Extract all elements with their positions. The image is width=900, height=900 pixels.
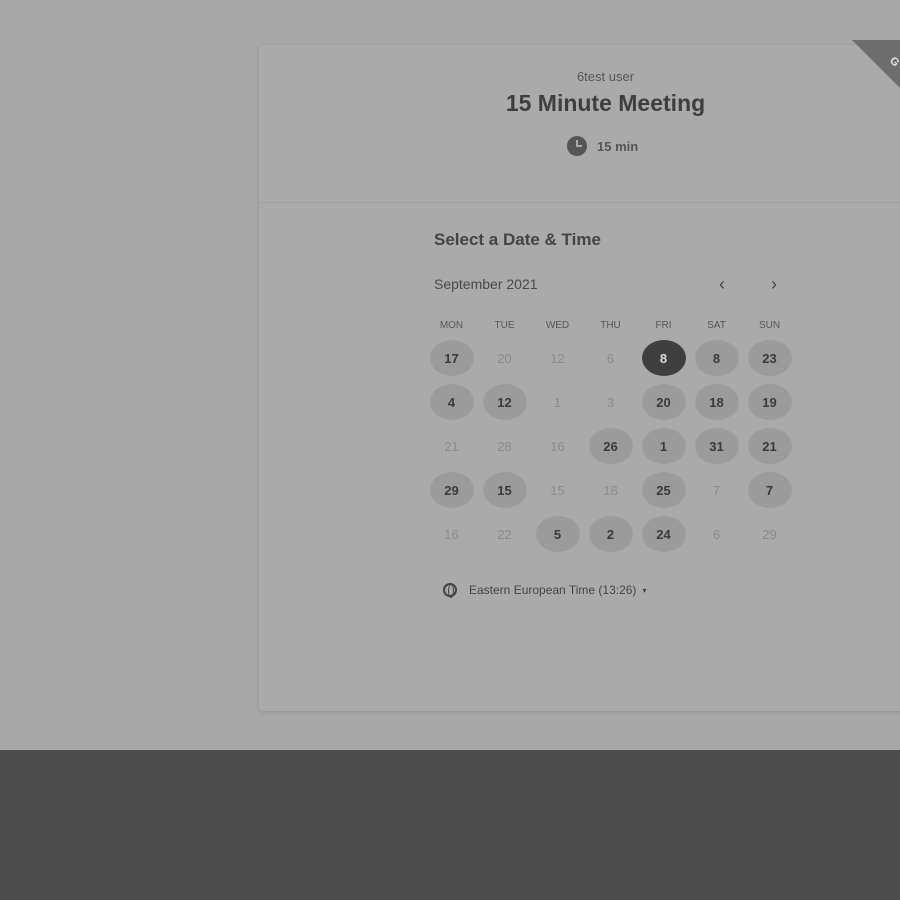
weekday-header: MON TUE WED THU FRI SAT SUN xyxy=(425,320,796,331)
available-day-button[interactable]: 23 xyxy=(747,340,792,376)
section-heading: Select a Date & Time xyxy=(434,230,601,249)
chevron-right-icon: › xyxy=(771,274,777,294)
calendar-cell: 21 xyxy=(743,424,796,468)
weekday-label: SAT xyxy=(707,320,726,331)
unavailable-day: 15 xyxy=(550,482,565,498)
event-owner: 6test user xyxy=(576,69,635,84)
scheduling-card: 6test user 15 Minute Meeting 15 min Sele… xyxy=(259,45,900,711)
unavailable-day: 21 xyxy=(444,438,459,454)
caret-down-icon: ▾ xyxy=(642,585,647,595)
selected-day-button[interactable]: 8 xyxy=(641,340,686,376)
available-day-button[interactable]: 18 xyxy=(694,384,739,420)
timezone-selector[interactable]: Eastern European Time (13:26) ▾ xyxy=(443,583,647,598)
calendar-cell: 21 xyxy=(425,424,478,468)
calendar-grid: 17 20 12 6 8 8 23 4 12 1 3 20 18 19 21 28 16 26 1 31 21 29 15 1… xyxy=(425,336,796,556)
calendar-cell: 15 xyxy=(478,468,531,512)
calendar-cell: 18 xyxy=(584,468,637,512)
duration-label: 15 min xyxy=(597,138,639,154)
calendar-cell: 19 xyxy=(743,380,796,424)
globe-icon xyxy=(443,583,457,598)
calendar-cell: 20 xyxy=(478,336,531,380)
event-header: 6test user 15 Minute Meeting 15 min xyxy=(259,45,900,203)
unavailable-day: 3 xyxy=(606,394,615,410)
next-month-button[interactable]: › xyxy=(764,274,784,294)
calendar-cell: 8 xyxy=(690,336,743,380)
calendar-cell: 3 xyxy=(584,380,637,424)
calendar-cell: 12 xyxy=(531,336,584,380)
calendar-cell: 2 xyxy=(584,512,637,556)
available-day-button[interactable]: 24 xyxy=(641,516,686,552)
available-day-button[interactable]: 7 xyxy=(747,472,792,508)
available-day-button[interactable]: 17 xyxy=(429,340,474,376)
available-day-button[interactable]: 4 xyxy=(429,384,474,420)
calendar-cell: 23 xyxy=(743,336,796,380)
unavailable-day: 16 xyxy=(444,526,459,542)
calendar-cell: 4 xyxy=(425,380,478,424)
available-day-button[interactable]: 15 xyxy=(482,472,527,508)
unavailable-day: 7 xyxy=(712,482,721,498)
available-day-button[interactable]: 5 xyxy=(535,516,580,552)
clock-icon xyxy=(567,136,587,156)
available-day-button[interactable]: 2 xyxy=(588,516,633,552)
event-title: 15 Minute Meeting xyxy=(505,90,706,116)
calendar-cell: 22 xyxy=(478,512,531,556)
bottom-bar xyxy=(0,750,900,900)
available-day-button[interactable]: 31 xyxy=(694,428,739,464)
calendar-cell: 6 xyxy=(690,512,743,556)
available-day-button[interactable]: 1 xyxy=(641,428,686,464)
unavailable-day: 22 xyxy=(497,526,512,542)
unavailable-day: 6 xyxy=(606,350,615,366)
calendar-cell: 7 xyxy=(690,468,743,512)
calendar-cell: 6 xyxy=(584,336,637,380)
unavailable-day: 28 xyxy=(497,438,512,454)
calendar-cell: 29 xyxy=(425,468,478,512)
calendar-cell: 1 xyxy=(637,424,690,468)
unavailable-day: 1 xyxy=(553,394,562,410)
event-duration: 15 min xyxy=(567,136,638,156)
calendar-cell: 24 xyxy=(637,512,690,556)
unavailable-day: 16 xyxy=(550,438,565,454)
weekday-label: MON xyxy=(439,320,464,331)
calendar-cell: 17 xyxy=(425,336,478,380)
calendar-cell: 29 xyxy=(743,512,796,556)
calendar-cell: 8 xyxy=(637,336,690,380)
available-day-button[interactable]: 20 xyxy=(641,384,686,420)
calendar-cell: 26 xyxy=(584,424,637,468)
calendar-cell: 7 xyxy=(743,468,796,512)
calendar-cell: 16 xyxy=(425,512,478,556)
available-day-button[interactable]: 21 xyxy=(747,428,792,464)
calendar-cell: 5 xyxy=(531,512,584,556)
calendar-cell: 12 xyxy=(478,380,531,424)
month-label: September 2021 xyxy=(434,276,538,292)
available-day-button[interactable]: 25 xyxy=(641,472,686,508)
unavailable-day: 29 xyxy=(762,526,777,542)
corner-ribbon: G xyxy=(852,40,900,110)
calendar-cell: 31 xyxy=(690,424,743,468)
calendar-cell: 15 xyxy=(531,468,584,512)
available-day-button[interactable]: 19 xyxy=(747,384,792,420)
chevron-left-icon: ‹ xyxy=(719,274,725,294)
weekday-label: TUE xyxy=(494,320,515,331)
calendar-cell: 28 xyxy=(478,424,531,468)
unavailable-day: 12 xyxy=(550,350,565,366)
calendar-cell: 25 xyxy=(637,468,690,512)
available-day-button[interactable]: 29 xyxy=(429,472,474,508)
weekday-label: WED xyxy=(545,320,570,331)
unavailable-day: 18 xyxy=(603,482,618,498)
calendar-cell: 18 xyxy=(690,380,743,424)
available-day-button[interactable]: 8 xyxy=(694,340,739,376)
prev-month-button[interactable]: ‹ xyxy=(712,274,732,294)
weekday-label: SUN xyxy=(758,320,781,331)
weekday-label: THU xyxy=(600,320,621,331)
unavailable-day: 6 xyxy=(712,526,721,542)
calendar-cell: 16 xyxy=(531,424,584,468)
available-day-button[interactable]: 12 xyxy=(482,384,527,420)
weekday-label: FRI xyxy=(655,320,672,331)
available-day-button[interactable]: 26 xyxy=(588,428,633,464)
unavailable-day: 20 xyxy=(497,350,512,366)
calendar-cell: 1 xyxy=(531,380,584,424)
timezone-label: Eastern European Time (13:26) xyxy=(469,583,637,597)
calendar-cell: 20 xyxy=(637,380,690,424)
